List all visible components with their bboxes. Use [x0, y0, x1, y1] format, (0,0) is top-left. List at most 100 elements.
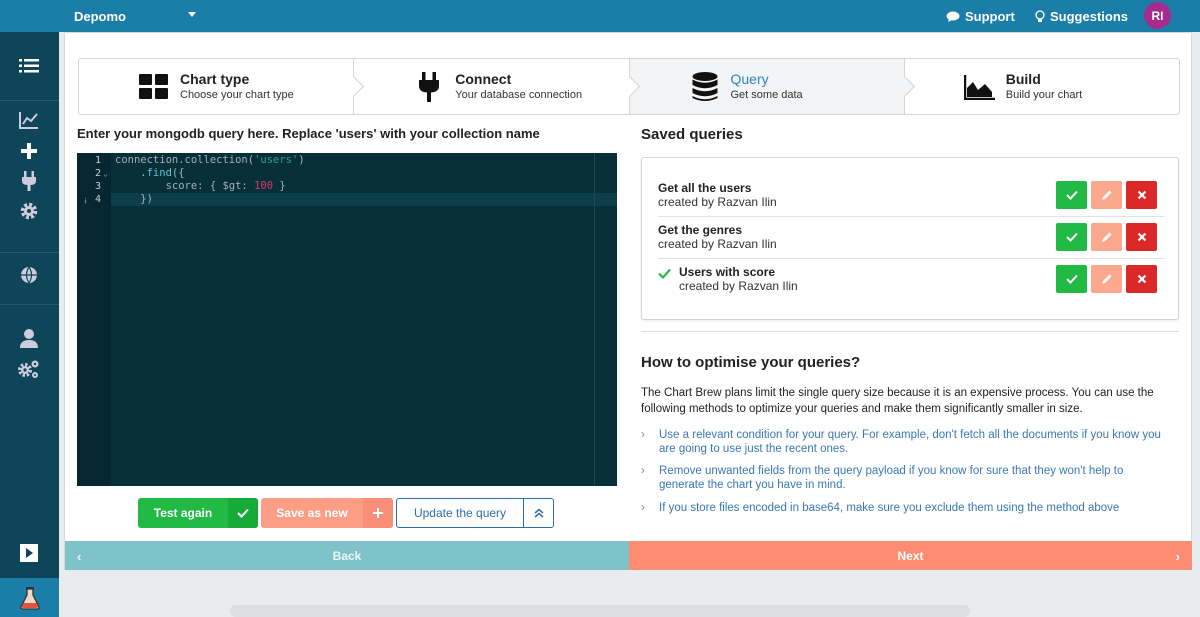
- chevron-right-icon: ›: [1175, 549, 1180, 564]
- next-button[interactable]: Next ›: [629, 541, 1192, 570]
- edit-query-button[interactable]: [1091, 223, 1122, 251]
- print-margin: [594, 153, 595, 486]
- saved-query-row-selected[interactable]: Users with score created by Razvan Ilin: [658, 259, 1164, 301]
- support-link[interactable]: Support: [946, 9, 1015, 24]
- use-query-button[interactable]: [1056, 265, 1087, 293]
- update-query-button[interactable]: Update the query: [396, 498, 554, 528]
- suggestions-link[interactable]: Suggestions: [1035, 9, 1128, 24]
- sidebar-divider: [0, 304, 59, 305]
- play-icon[interactable]: [17, 542, 41, 564]
- delete-query-button[interactable]: [1126, 265, 1157, 293]
- close-icon: [1137, 232, 1146, 242]
- step-description: Choose your chart type: [180, 89, 294, 101]
- sidebar: [0, 32, 59, 617]
- check-icon: [1065, 274, 1078, 284]
- double-chevron-up-icon: [523, 499, 553, 527]
- chevron-left-icon: ‹: [77, 549, 82, 564]
- chevron-right-icon: ›: [641, 465, 645, 477]
- code-line[interactable]: .find({: [115, 167, 184, 180]
- optimise-tip: › Use a relevant condition for your query…: [641, 429, 1161, 455]
- pencil-icon: [1101, 232, 1111, 242]
- check-icon: [228, 498, 258, 528]
- step-description: Your database connection: [455, 89, 583, 101]
- main-panel: Chart type Choose your chart type Connec…: [64, 32, 1192, 570]
- pencil-icon: [1101, 190, 1111, 200]
- sidebar-divider: [0, 252, 59, 253]
- use-query-button[interactable]: [1056, 223, 1087, 251]
- query-name: Get all the users: [658, 181, 752, 195]
- grid-icon: [137, 71, 171, 103]
- step-description: Build your chart: [1005, 89, 1083, 101]
- code-line[interactable]: score: { $gt: 100 }: [115, 180, 286, 193]
- user-icon[interactable]: [17, 327, 41, 349]
- saved-queries-list: Get all the users created by Razvan Ilin…: [641, 157, 1179, 320]
- check-icon: [1065, 232, 1078, 242]
- query-name: Get the genres: [658, 223, 743, 237]
- saved-query-row[interactable]: Get the genres created by Razvan Ilin: [658, 217, 1164, 259]
- top-bar: Depomo Support Suggestions RI: [0, 0, 1200, 32]
- plus-icon[interactable]: [17, 140, 41, 162]
- query-name: Users with score: [679, 265, 776, 279]
- suggestions-label: Suggestions: [1050, 9, 1129, 24]
- optimise-tip: › Remove unwanted fields from the query p…: [641, 465, 1124, 491]
- step-title: Connect: [455, 71, 512, 87]
- step-title: Chart type: [180, 71, 250, 87]
- info-marker-icon: ¡: [83, 195, 88, 204]
- optimise-tip: › If you store files encoded in base64, m…: [641, 502, 1120, 514]
- list-icon[interactable]: [17, 55, 41, 77]
- close-icon: [1137, 190, 1146, 200]
- editor-gutter: 1 2 ⌄ 3 4 ¡: [77, 153, 111, 486]
- selected-check-icon: [658, 266, 671, 284]
- section-divider: [641, 331, 1179, 332]
- delete-query-button[interactable]: [1126, 181, 1157, 209]
- save-as-new-button[interactable]: Save as new: [261, 498, 393, 528]
- use-query-button[interactable]: [1056, 181, 1087, 209]
- back-label: Back: [332, 548, 362, 563]
- back-button[interactable]: ‹ Back: [65, 541, 629, 570]
- project-dropdown-icon[interactable]: [188, 12, 196, 17]
- step-description: Get some data: [730, 89, 803, 101]
- chat-icon: [946, 11, 960, 22]
- delete-query-button[interactable]: [1126, 223, 1157, 251]
- check-icon: [1065, 190, 1078, 200]
- line-number: 4 ¡: [83, 194, 101, 205]
- query-author: created by Razvan Ilin: [679, 279, 798, 293]
- edit-query-button[interactable]: [1091, 181, 1122, 209]
- line-number: 3: [94, 181, 101, 192]
- database-icon: [688, 71, 722, 103]
- plug-icon[interactable]: [17, 170, 41, 192]
- save-as-new-label: Save as new: [276, 506, 348, 520]
- step-build[interactable]: Build Build your chart: [905, 59, 1179, 114]
- saved-queries-title: Saved queries: [641, 126, 743, 143]
- step-connect[interactable]: Connect Your database connection: [354, 59, 640, 114]
- chart-icon[interactable]: [17, 109, 41, 131]
- plug-icon: [412, 71, 446, 103]
- project-name[interactable]: Depomo: [74, 9, 126, 24]
- step-chart-type[interactable]: Chart type Choose your chart type: [79, 59, 365, 114]
- line-number: 1: [94, 155, 101, 166]
- query-author: created by Razvan Ilin: [658, 237, 777, 251]
- code-line[interactable]: connection.collection('users'): [115, 154, 305, 167]
- flask-button[interactable]: [0, 578, 59, 617]
- edit-query-button[interactable]: [1091, 265, 1122, 293]
- chevron-right-icon: ›: [641, 429, 645, 441]
- gears-icon[interactable]: [17, 358, 41, 380]
- update-query-label: Update the query: [413, 506, 507, 520]
- saved-query-row[interactable]: Get all the users created by Razvan Ilin: [658, 175, 1164, 217]
- globe-icon[interactable]: [17, 264, 41, 286]
- wizard-steps: Chart type Choose your chart type Connec…: [78, 58, 1180, 115]
- gear-icon[interactable]: [17, 200, 41, 222]
- code-line[interactable]: }): [115, 193, 153, 206]
- page-shadow: [230, 605, 970, 617]
- next-label: Next: [897, 548, 924, 563]
- test-again-button[interactable]: Test again: [138, 498, 258, 528]
- step-query[interactable]: Query Get some data: [629, 59, 915, 114]
- sidebar-divider: [0, 100, 59, 101]
- user-avatar[interactable]: RI: [1144, 2, 1171, 29]
- active-line-highlight: [111, 193, 617, 206]
- query-editor[interactable]: 1 2 ⌄ 3 4 ¡ connection.collection('users')…: [77, 153, 617, 486]
- test-again-label: Test again: [153, 506, 213, 520]
- chevron-right-icon: ›: [641, 502, 645, 514]
- support-label: Support: [965, 9, 1015, 24]
- editor-instructions: Enter your mongodb query here. Replace '…: [77, 126, 540, 141]
